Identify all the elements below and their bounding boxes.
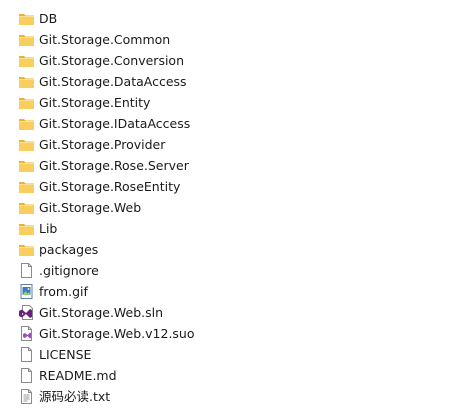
file-item[interactable]: .gitignore xyxy=(0,260,468,281)
folder-icon xyxy=(18,73,35,90)
file-item[interactable]: from.gif xyxy=(0,281,468,302)
file-name-label: Git.Storage.Rose.Server xyxy=(39,158,189,173)
folder-icon xyxy=(18,241,35,258)
folder-icon xyxy=(18,52,35,69)
folder-item[interactable]: DB xyxy=(0,8,468,29)
file-item[interactable]: Git.Storage.Web.v12.suo xyxy=(0,323,468,344)
folder-icon xyxy=(18,31,35,48)
file-name-label: Git.Storage.Web.sln xyxy=(39,305,164,320)
file-name-label: Git.Storage.Web xyxy=(39,200,142,215)
folder-icon xyxy=(18,10,35,27)
file-icon xyxy=(18,346,35,363)
folder-icon xyxy=(18,94,35,111)
file-icon xyxy=(18,367,35,384)
file-item[interactable]: Git.Storage.Web.sln xyxy=(0,302,468,323)
image-file-icon xyxy=(18,283,35,300)
folder-item[interactable]: Git.Storage.DataAccess xyxy=(0,71,468,92)
folder-item[interactable]: Git.Storage.Provider xyxy=(0,134,468,155)
file-item[interactable]: LICENSE xyxy=(0,344,468,365)
folder-item[interactable]: Git.Storage.Web xyxy=(0,197,468,218)
folder-icon xyxy=(18,136,35,153)
file-name-label: Git.Storage.DataAccess xyxy=(39,74,187,89)
file-name-label: DB xyxy=(39,11,58,26)
file-name-label: Git.Storage.Conversion xyxy=(39,53,184,68)
text-file-icon xyxy=(18,388,35,405)
file-name-label: .gitignore xyxy=(39,263,99,278)
file-name-label: Git.Storage.Provider xyxy=(39,137,166,152)
folder-icon xyxy=(18,220,35,237)
folder-item[interactable]: Git.Storage.RoseEntity xyxy=(0,176,468,197)
folder-item[interactable]: Git.Storage.Entity xyxy=(0,92,468,113)
file-name-label: Lib xyxy=(39,221,58,236)
file-item[interactable]: README.md xyxy=(0,365,468,386)
file-name-label: README.md xyxy=(39,368,117,383)
folder-icon xyxy=(18,178,35,195)
file-name-label: packages xyxy=(39,242,99,257)
file-name-label: 源码必读.txt xyxy=(39,389,111,404)
file-name-label: Git.Storage.Entity xyxy=(39,95,151,110)
file-name-label: Git.Storage.IDataAccess xyxy=(39,116,191,131)
folder-icon xyxy=(18,115,35,132)
folder-item[interactable]: packages xyxy=(0,239,468,260)
file-icon xyxy=(18,262,35,279)
folder-icon xyxy=(18,157,35,174)
file-item[interactable]: 源码必读.txt xyxy=(0,386,468,407)
file-list: DB Git.Storage.Common Git.Storage.Conversi… xyxy=(0,8,468,407)
file-name-label: from.gif xyxy=(39,284,88,299)
file-name-label: Git.Storage.Web.v12.suo xyxy=(39,326,195,341)
visual-studio-suo-icon xyxy=(18,325,35,342)
folder-item[interactable]: Git.Storage.Common xyxy=(0,29,468,50)
visual-studio-solution-icon xyxy=(18,304,35,321)
file-name-label: Git.Storage.RoseEntity xyxy=(39,179,181,194)
file-name-label: Git.Storage.Common xyxy=(39,32,171,47)
folder-item[interactable]: Lib xyxy=(0,218,468,239)
file-name-label: LICENSE xyxy=(39,347,92,362)
folder-item[interactable]: Git.Storage.Conversion xyxy=(0,50,468,71)
folder-item[interactable]: Git.Storage.IDataAccess xyxy=(0,113,468,134)
folder-icon xyxy=(18,199,35,216)
folder-item[interactable]: Git.Storage.Rose.Server xyxy=(0,155,468,176)
